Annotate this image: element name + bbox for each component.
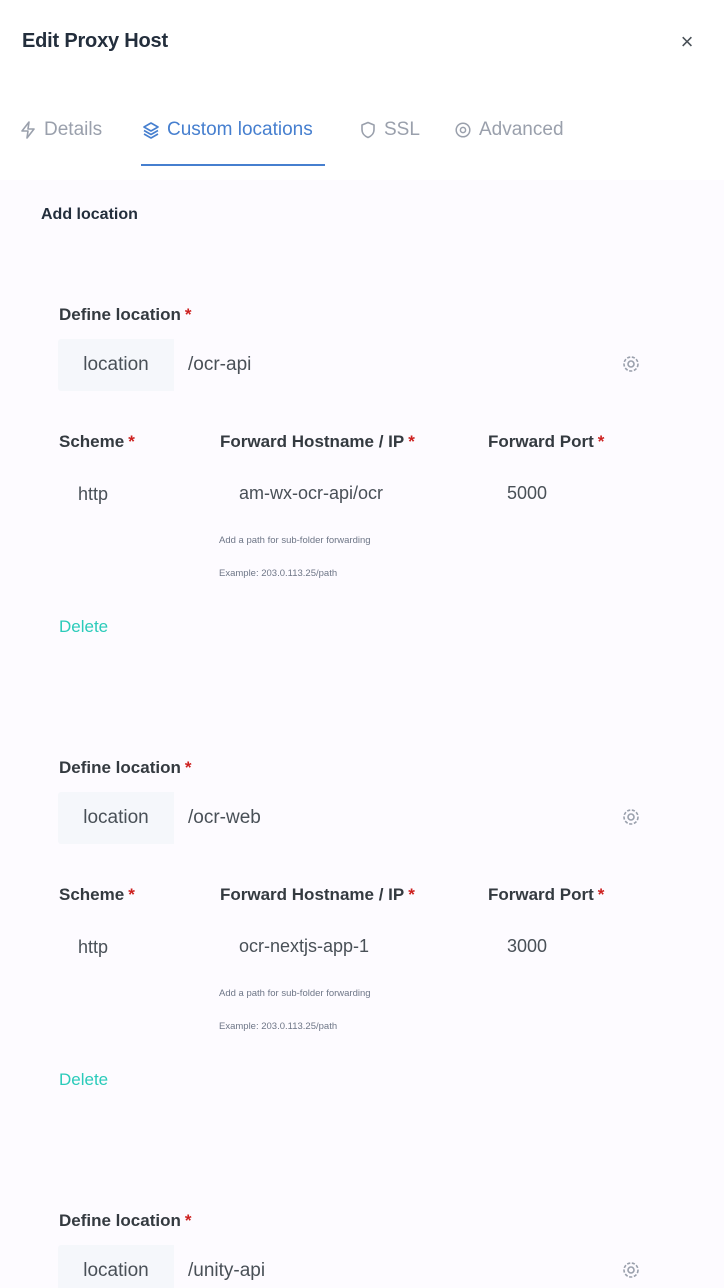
tab-advanced[interactable]: Advanced xyxy=(453,110,564,150)
hostname-hint: Add a path for sub-folder forwarding xyxy=(219,988,371,999)
hostname-input[interactable]: am-wx-ocr-api/ocr xyxy=(239,483,383,504)
location-card: Define location * location /ocr-api Schem… xyxy=(0,287,724,667)
hostname-example: Example: 203.0.113.25/path xyxy=(219,1021,338,1032)
tab-label: Custom locations xyxy=(167,119,313,140)
tab-custom-locations[interactable]: Custom locations xyxy=(141,110,313,150)
location-path-input[interactable]: /unity-api xyxy=(188,1260,658,1282)
tab-ssl[interactable]: SSL xyxy=(358,110,420,150)
tab-bar: Details Custom locations SSL Advanced xyxy=(0,100,724,166)
tab-details[interactable]: Details xyxy=(18,110,102,150)
hostname-label: Forward Hostname / IP * xyxy=(220,885,415,904)
hostname-hint: Add a path for sub-folder forwarding xyxy=(219,535,371,546)
location-path-input-group: location /ocr-web xyxy=(58,792,658,844)
close-icon: × xyxy=(680,29,694,54)
custom-locations-panel: Add location Define location * location /… xyxy=(0,180,724,1288)
close-button[interactable]: × xyxy=(672,28,702,58)
location-path-input-group: location /ocr-api xyxy=(58,339,658,391)
define-location-label: Define location * xyxy=(59,758,192,777)
port-input[interactable]: 5000 xyxy=(507,483,547,504)
modal-title: Edit Proxy Host xyxy=(22,30,168,52)
hostname-input[interactable]: ocr-nextjs-app-1 xyxy=(239,936,369,957)
tab-label: SSL xyxy=(384,119,420,140)
define-location-label: Define location * xyxy=(59,305,192,324)
location-path-input-group: location /unity-api xyxy=(58,1245,658,1288)
location-prefix: location xyxy=(58,792,174,844)
hostname-example: Example: 203.0.113.25/path xyxy=(219,568,338,579)
gear-icon[interactable] xyxy=(620,353,642,375)
zap-icon xyxy=(18,120,38,140)
define-location-label: Define location * xyxy=(59,1211,192,1230)
settings-icon xyxy=(453,120,473,140)
location-card: Define location * location /ocr-web Schem… xyxy=(0,740,724,1120)
delete-location-button[interactable]: Delete xyxy=(59,617,108,637)
gear-icon[interactable] xyxy=(620,1259,642,1281)
scheme-input[interactable]: http xyxy=(78,484,108,505)
delete-location-button[interactable]: Delete xyxy=(59,1070,108,1090)
location-path-input[interactable]: /ocr-api xyxy=(188,354,658,376)
gear-icon[interactable] xyxy=(620,806,642,828)
scheme-input[interactable]: http xyxy=(78,937,108,958)
edit-proxy-host-modal: Edit Proxy Host × Details Custom locatio… xyxy=(0,0,724,1288)
location-prefix: location xyxy=(58,339,174,391)
hostname-label: Forward Hostname / IP * xyxy=(220,432,415,451)
add-location-button[interactable]: Add location xyxy=(41,206,138,224)
tab-label: Details xyxy=(44,119,103,140)
tab-label: Advanced xyxy=(479,119,564,140)
modal-header: Edit Proxy Host × xyxy=(0,0,724,84)
scheme-label: Scheme * xyxy=(59,885,135,904)
location-card: Define location * location /unity-api xyxy=(0,1193,724,1288)
port-input[interactable]: 3000 xyxy=(507,936,547,957)
scheme-label: Scheme * xyxy=(59,432,135,451)
location-path-input[interactable]: /ocr-web xyxy=(188,807,658,829)
active-tab-indicator xyxy=(141,164,325,166)
port-label: Forward Port * xyxy=(488,885,605,904)
shield-icon xyxy=(358,120,378,140)
port-label: Forward Port * xyxy=(488,432,605,451)
layers-icon xyxy=(141,120,161,140)
location-prefix: location xyxy=(58,1245,174,1288)
